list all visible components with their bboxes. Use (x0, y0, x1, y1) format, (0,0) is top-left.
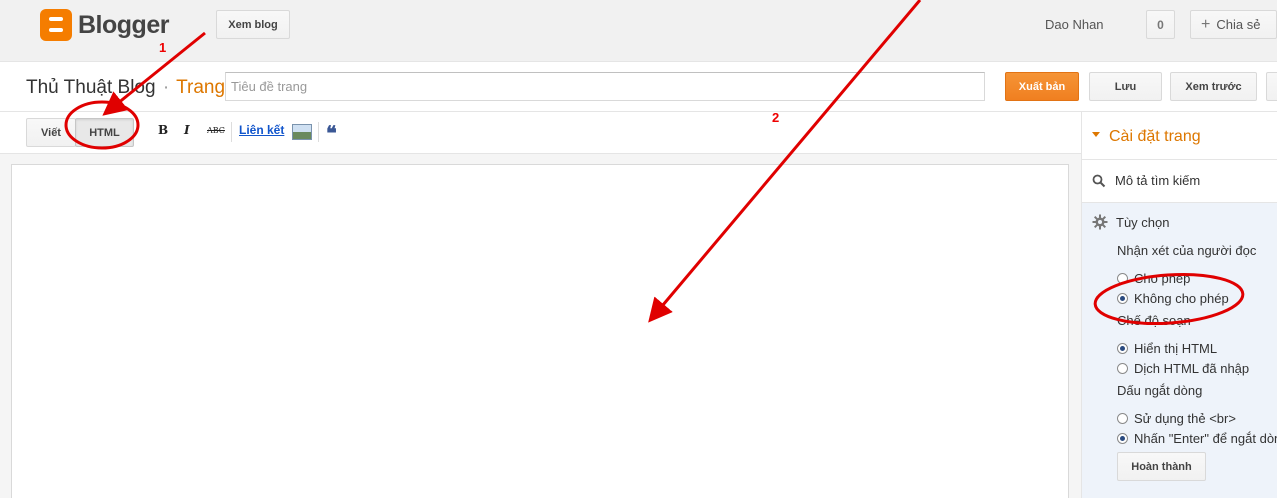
preview-button[interactable]: Xem trước (1170, 72, 1257, 101)
close-button[interactable] (1266, 72, 1277, 101)
view-blog-button[interactable]: Xem blog (216, 10, 290, 39)
radio-checked-icon (1117, 433, 1128, 444)
collapse-triangle-icon (1092, 132, 1100, 138)
comments-allow-label: Cho phép (1134, 271, 1191, 286)
blogger-logo-icon (40, 9, 72, 41)
top-bar: Blogger Xem blog Dao Nhan 0 + Chia sẻ (0, 0, 1277, 62)
br-tag-label: Sử dụng thẻ <br> (1134, 411, 1236, 426)
insert-image-icon[interactable] (292, 124, 312, 140)
comments-deny-label: Không cho phép (1134, 291, 1229, 306)
share-count-badge[interactable]: 0 (1146, 10, 1175, 39)
gear-icon (1092, 214, 1108, 230)
page-title-input[interactable] (225, 72, 985, 101)
divider (1082, 159, 1277, 160)
page-settings-heading: Cài đặt trang (1109, 128, 1201, 145)
toolbar-divider (231, 122, 232, 142)
link-button[interactable]: Liên kết (239, 123, 284, 137)
toolbar-divider (318, 122, 319, 142)
search-icon (1092, 174, 1106, 187)
radio-icon (1117, 413, 1128, 424)
radio-icon (1117, 273, 1128, 284)
page-settings-sidebar: Cài đặt trang Mô tả tìm kiếm Tùy chọn Nh… (1081, 112, 1277, 498)
search-description-label: Mô tả tìm kiếm (1115, 173, 1201, 188)
strikethrough-icon[interactable]: ABC (207, 126, 225, 135)
section-label: Trang (176, 77, 226, 98)
options-title: Tùy chọn (1116, 214, 1170, 230)
italic-icon[interactable]: I (184, 123, 190, 137)
title-separator: · (162, 77, 170, 98)
share-button[interactable]: + Chia sẻ (1190, 10, 1277, 39)
show-html-radio[interactable]: Hiển thị HTML (1117, 341, 1217, 356)
editor-container (0, 154, 1081, 498)
comments-deny-radio[interactable]: Không cho phép (1117, 291, 1229, 306)
line-break-label: Dấu ngắt dòng (1117, 383, 1203, 398)
annotation-step-2: 2 (772, 110, 780, 125)
br-tag-radio[interactable]: Sử dụng thẻ <br> (1117, 411, 1236, 426)
show-html-label: Hiển thị HTML (1134, 341, 1218, 356)
radio-checked-icon (1117, 293, 1128, 304)
radio-checked-icon (1117, 343, 1128, 354)
enter-break-radio[interactable]: Nhấn "Enter" để ngắt dòng (1117, 431, 1277, 446)
enter-break-label: Nhấn "Enter" để ngắt dòng (1134, 431, 1277, 446)
options-header[interactable]: Tùy chọn (1092, 214, 1169, 230)
user-name[interactable]: Dao Nhan (1045, 17, 1104, 32)
interpret-html-label: Dịch HTML đã nhập (1134, 361, 1250, 376)
quote-icon[interactable]: ❝ (326, 121, 337, 145)
search-description-item[interactable]: Mô tả tìm kiếm (1092, 173, 1200, 188)
editor-toolbar: Viết HTML B I ABC Liên kết ❝ (0, 112, 1081, 154)
brand-name: Blogger (78, 10, 169, 39)
html-mode-tab[interactable]: HTML (75, 118, 134, 147)
html-editor-textarea[interactable] (11, 164, 1069, 498)
publish-button[interactable]: Xuất bản (1005, 72, 1079, 101)
plus-icon: + (1201, 15, 1211, 33)
compose-mode-tab[interactable]: Viết (26, 118, 76, 147)
blog-name[interactable]: Thủ Thuật Blog (26, 77, 156, 98)
page-settings-header[interactable]: Cài đặt trang (1092, 128, 1201, 146)
done-button[interactable]: Hoàn thành (1117, 452, 1206, 481)
options-panel: Tùy chọn Nhận xét của người đọc Cho phép… (1082, 203, 1277, 498)
reader-comments-label: Nhận xét của người đọc (1117, 243, 1257, 258)
comments-allow-radio[interactable]: Cho phép (1117, 271, 1190, 286)
interpret-html-radio[interactable]: Dịch HTML đã nhập (1117, 361, 1249, 376)
compose-mode-label: Chế độ soạn (1117, 313, 1191, 328)
bold-icon[interactable]: B (158, 123, 168, 137)
save-button[interactable]: Lưu (1089, 72, 1162, 101)
radio-icon (1117, 363, 1128, 374)
share-label: Chia sẻ (1216, 17, 1261, 32)
page-title: Thủ Thuật Blog · Trang (26, 77, 225, 99)
annotation-step-1: 1 (159, 40, 167, 55)
title-bar: Thủ Thuật Blog · Trang Xuất bản Lưu Xem … (0, 62, 1277, 112)
blogger-logo[interactable]: Blogger (40, 9, 169, 41)
